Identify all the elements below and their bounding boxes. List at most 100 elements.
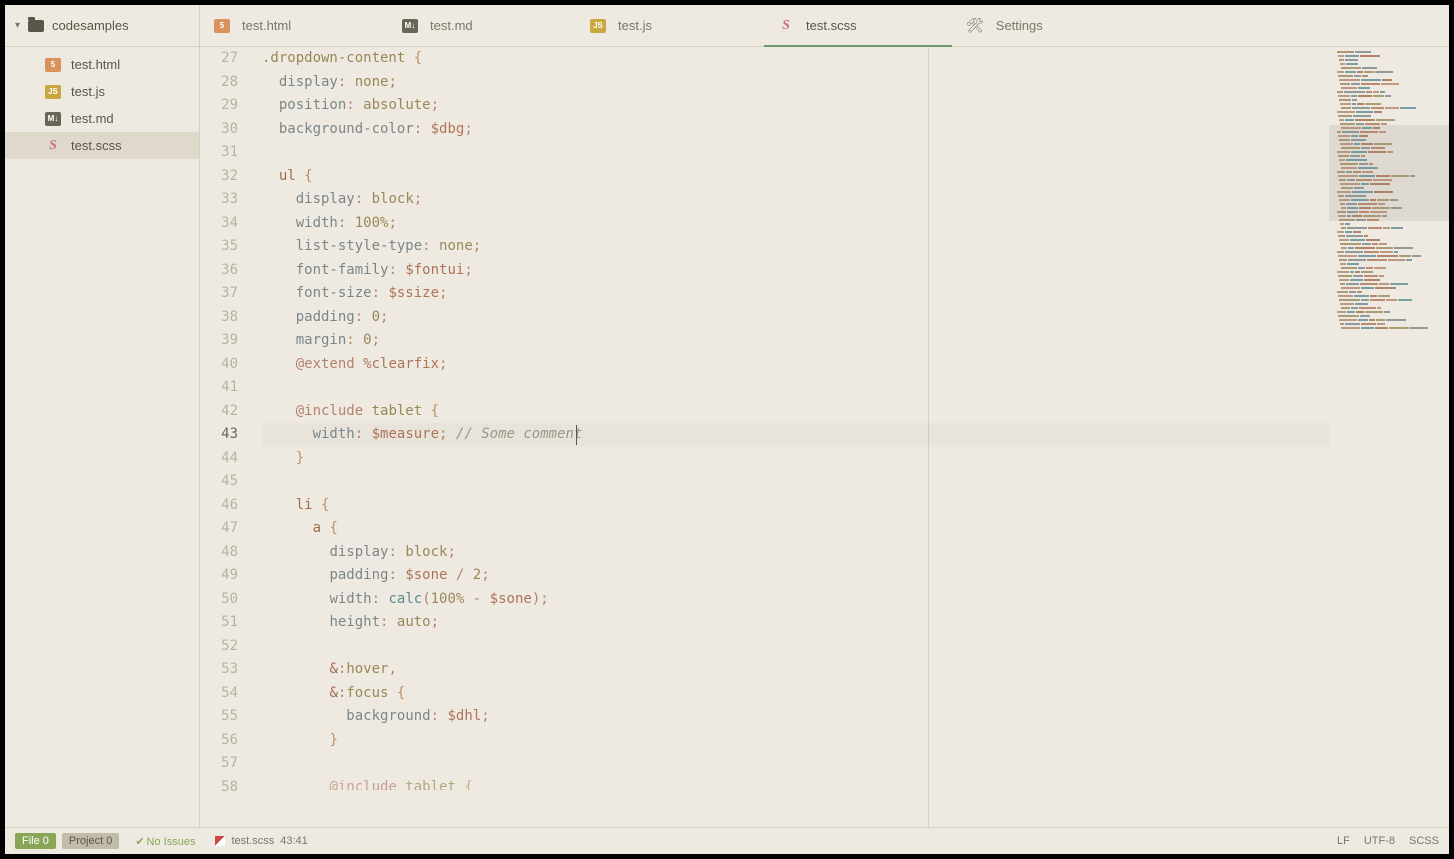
status-encoding[interactable]: UTF-8	[1364, 835, 1395, 847]
line-number[interactable]: 48	[200, 541, 238, 565]
line-number[interactable]: 43	[200, 423, 238, 447]
tree-item-test-js[interactable]: JStest.js	[5, 78, 199, 105]
line-number[interactable]: 34	[200, 212, 238, 236]
status-no-issues[interactable]: ✔No Issues	[135, 835, 195, 848]
tab-test-scss[interactable]: Stest.scss	[764, 5, 952, 46]
check-icon: ✔	[135, 836, 144, 848]
code-line[interactable]: li {	[262, 494, 1449, 518]
line-number[interactable]: 54	[200, 682, 238, 706]
app-window: ▾ codesamples 5test.htmlJStest.jsM↓test.…	[5, 5, 1449, 854]
line-number[interactable]: 46	[200, 494, 238, 518]
line-number[interactable]: 42	[200, 400, 238, 424]
status-project-pill[interactable]: Project 0	[62, 833, 119, 849]
tab-test-html[interactable]: 5 test.html	[200, 5, 388, 46]
code-line[interactable]: height: auto;	[262, 611, 1449, 635]
code-line[interactable]: a {	[262, 517, 1449, 541]
code-line[interactable]: width: calc(100% - $sone);	[262, 588, 1449, 612]
line-number[interactable]: 53	[200, 658, 238, 682]
code-line[interactable]: }	[262, 447, 1449, 471]
code-line[interactable]: padding: 0;	[262, 306, 1449, 330]
code-line[interactable]: margin: 0;	[262, 329, 1449, 353]
code-line[interactable]: display: none;	[262, 71, 1449, 95]
code-line[interactable]: display: block;	[262, 188, 1449, 212]
status-file-indicator[interactable]: test.scss 43:41	[215, 835, 307, 847]
code-line[interactable]: padding: $sone / 2;	[262, 564, 1449, 588]
code-line[interactable]	[262, 141, 1449, 165]
line-number[interactable]: 33	[200, 188, 238, 212]
status-filename: test.scss	[231, 835, 274, 847]
line-gutter[interactable]: 2728293031323334353637383940414243444546…	[200, 47, 256, 827]
tree-root[interactable]: ▾ codesamples	[5, 5, 199, 47]
code-line[interactable]: background: $dhl;	[262, 705, 1449, 729]
code-line[interactable]: @extend %clearfix;	[262, 353, 1449, 377]
line-number[interactable]: 40	[200, 353, 238, 377]
line-number[interactable]: 36	[200, 259, 238, 283]
tab-label: Settings	[996, 18, 1043, 33]
line-number[interactable]: 27	[200, 47, 238, 71]
line-number[interactable]: 57	[200, 752, 238, 776]
code-line[interactable]: font-size: $ssize;	[262, 282, 1449, 306]
code-line[interactable]: @include tablet {	[262, 400, 1449, 424]
code-line[interactable]	[262, 752, 1449, 776]
line-number[interactable]: 47	[200, 517, 238, 541]
tab-test-md[interactable]: M↓test.md	[388, 5, 576, 46]
line-number[interactable]: 38	[200, 306, 238, 330]
status-language[interactable]: SCSS	[1409, 835, 1439, 847]
line-number[interactable]: 51	[200, 611, 238, 635]
code-line[interactable]: }	[262, 729, 1449, 753]
tree-items: 5test.htmlJStest.jsM↓test.mdStest.scss	[5, 47, 199, 159]
status-file-pill[interactable]: File 0	[15, 833, 56, 849]
tree-item-label: test.md	[71, 111, 114, 126]
code-line[interactable]: &:hover,	[262, 658, 1449, 682]
code-editor[interactable]: 2728293031323334353637383940414243444546…	[200, 47, 1449, 827]
line-number[interactable]: 41	[200, 376, 238, 400]
tree-item-test-scss[interactable]: Stest.scss	[5, 132, 199, 159]
code-line[interactable]: ul {	[262, 165, 1449, 189]
line-number[interactable]: 58	[200, 776, 238, 800]
line-number[interactable]: 32	[200, 165, 238, 189]
html-file-icon: 5	[214, 19, 230, 33]
line-number[interactable]: 56	[200, 729, 238, 753]
code-line[interactable]	[262, 635, 1449, 659]
code-line[interactable]: display: block;	[262, 541, 1449, 565]
code-line[interactable]: &:focus {	[262, 682, 1449, 706]
tab-bar: 5 test.html M↓test.mdJStest.jsStest.scss 🛠 S…	[200, 5, 1449, 47]
line-number[interactable]: 50	[200, 588, 238, 612]
line-number[interactable]: 39	[200, 329, 238, 353]
tab-test-js[interactable]: JStest.js	[576, 5, 764, 46]
code-line[interactable]: @include tablet {	[262, 776, 1449, 790]
code-line[interactable]: width: 100%;	[262, 212, 1449, 236]
code-line[interactable]: font-family: $fontui;	[262, 259, 1449, 283]
code-line[interactable]: position: absolute;	[262, 94, 1449, 118]
code-line[interactable]: list-style-type: none;	[262, 235, 1449, 259]
file-tree-panel: ▾ codesamples 5test.htmlJStest.jsM↓test.…	[5, 5, 200, 827]
code-content[interactable]: .dropdown-content { display: none; posit…	[258, 47, 1449, 827]
code-line[interactable]	[262, 470, 1449, 494]
line-number[interactable]: 29	[200, 94, 238, 118]
line-number[interactable]: 44	[200, 447, 238, 471]
tree-item-test-md[interactable]: M↓test.md	[5, 105, 199, 132]
line-number[interactable]: 28	[200, 71, 238, 95]
code-line[interactable]: width: $measure; // Some comment	[262, 423, 1449, 447]
line-number[interactable]: 55	[200, 705, 238, 729]
line-number[interactable]: 30	[200, 118, 238, 142]
tree-item-test-html[interactable]: 5test.html	[5, 51, 199, 78]
line-number[interactable]: 35	[200, 235, 238, 259]
chevron-down-icon: ▾	[15, 20, 20, 31]
tab-label: test.html	[242, 18, 291, 33]
tree-item-label: test.js	[71, 84, 105, 99]
tab-settings[interactable]: 🛠 Settings	[952, 5, 1073, 46]
code-line[interactable]: .dropdown-content {	[262, 47, 1449, 71]
line-number[interactable]: 37	[200, 282, 238, 306]
minimap[interactable]	[1329, 47, 1449, 827]
sass-file-icon: S	[778, 19, 794, 33]
line-number[interactable]: 49	[200, 564, 238, 588]
status-eol[interactable]: LF	[1337, 835, 1350, 847]
settings-icon: 🛠	[966, 17, 984, 34]
line-number[interactable]: 31	[200, 141, 238, 165]
code-line[interactable]: background-color: $dbg;	[262, 118, 1449, 142]
line-number[interactable]: 45	[200, 470, 238, 494]
diff-icon	[215, 836, 225, 846]
code-line[interactable]	[262, 376, 1449, 400]
line-number[interactable]: 52	[200, 635, 238, 659]
